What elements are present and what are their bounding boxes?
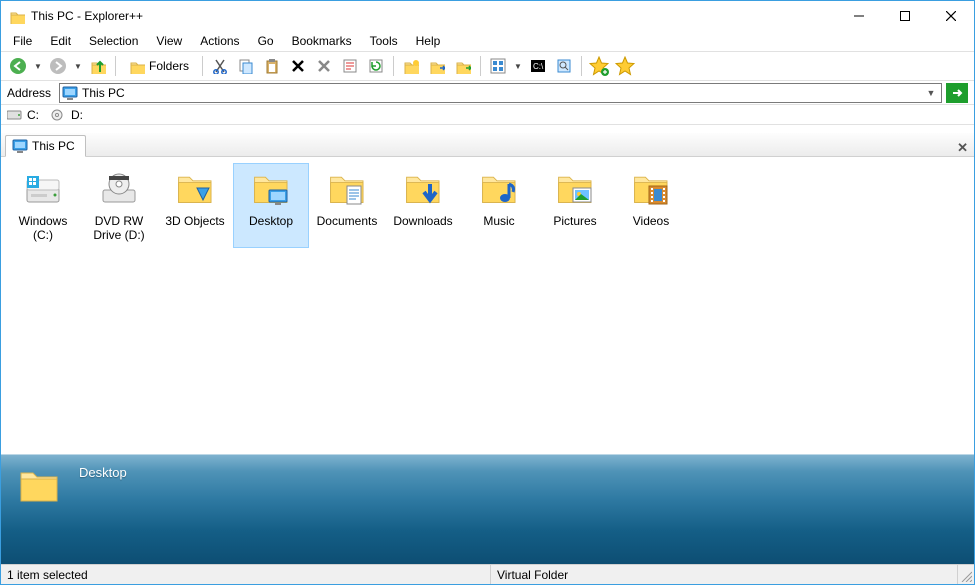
list-item[interactable]: Videos: [613, 163, 689, 248]
toolbar: ▼ ▼ Folders ▼ C:\: [1, 51, 974, 81]
menu-tools[interactable]: Tools: [362, 33, 406, 49]
new-folder-button[interactable]: [400, 55, 422, 77]
go-button[interactable]: [946, 83, 968, 103]
tab-this-pc[interactable]: This PC: [5, 135, 86, 157]
close-button[interactable]: [928, 1, 974, 31]
properties-button[interactable]: [339, 55, 361, 77]
menu-bar: File Edit Selection View Actions Go Book…: [1, 31, 974, 51]
address-label: Address: [7, 86, 55, 100]
delete-button[interactable]: [287, 55, 309, 77]
details-pane: Desktop: [1, 454, 974, 564]
folder-3d-icon: [175, 170, 215, 210]
delete-permanent-button[interactable]: [313, 55, 335, 77]
item-label: Music: [483, 214, 514, 228]
details-icon: [17, 465, 65, 513]
list-item[interactable]: Music: [461, 163, 537, 248]
item-label: Videos: [633, 214, 669, 228]
copy-button[interactable]: [235, 55, 257, 77]
dvd-icon: [99, 170, 139, 210]
up-button[interactable]: [87, 55, 109, 77]
details-name: Desktop: [79, 465, 127, 480]
menu-file[interactable]: File: [5, 33, 40, 49]
svg-text:C:\: C:\: [533, 62, 544, 71]
forward-button[interactable]: [47, 55, 69, 77]
forward-dropdown-icon[interactable]: ▼: [73, 62, 83, 71]
folder-pic-icon: [555, 170, 595, 210]
address-value: This PC: [82, 86, 923, 100]
views-button[interactable]: [487, 55, 509, 77]
drives-bar: C: D:: [1, 105, 974, 125]
status-selection: 1 item selected: [1, 565, 491, 584]
file-list[interactable]: Windows (C:)DVD RW Drive (D:) 3D Objects D…: [1, 157, 974, 454]
list-item[interactable]: Desktop: [233, 163, 309, 248]
list-item[interactable]: 3D Objects: [157, 163, 233, 248]
title-bar: This PC - Explorer++: [1, 1, 974, 31]
app-icon: [9, 8, 25, 24]
item-label: Documents: [317, 214, 378, 228]
add-bookmark-button[interactable]: [588, 55, 610, 77]
folder-desktop-icon: [251, 170, 291, 210]
drive-d-label: D:: [71, 108, 83, 122]
folders-button[interactable]: Folders: [122, 55, 196, 77]
list-item[interactable]: Documents: [309, 163, 385, 248]
drive-d-button[interactable]: D:: [51, 108, 83, 122]
tab-label: This PC: [32, 139, 75, 153]
minimize-button[interactable]: [836, 1, 882, 31]
drive-icon: [23, 170, 63, 210]
drive-c-label: C:: [27, 108, 39, 122]
tab-bar: This PC ✕: [1, 133, 974, 157]
item-label: Downloads: [393, 214, 452, 228]
list-item[interactable]: DVD RW Drive (D:): [81, 163, 157, 248]
item-label: Desktop: [249, 214, 293, 228]
status-type: Virtual Folder: [491, 565, 958, 584]
folder-doc-icon: [327, 170, 367, 210]
refresh-button[interactable]: [365, 55, 387, 77]
search-button[interactable]: [553, 55, 575, 77]
folder-vid-icon: [631, 170, 671, 210]
copy-to-button[interactable]: [426, 55, 448, 77]
address-bar-row: Address This PC ▼: [1, 81, 974, 105]
menu-edit[interactable]: Edit: [42, 33, 79, 49]
paste-button[interactable]: [261, 55, 283, 77]
bookmarks-button[interactable]: [614, 55, 636, 77]
item-label: DVD RW Drive (D:): [84, 214, 154, 243]
move-to-button[interactable]: [452, 55, 474, 77]
menu-bookmarks[interactable]: Bookmarks: [284, 33, 360, 49]
address-combobox[interactable]: This PC ▼: [59, 83, 942, 103]
address-dropdown-icon[interactable]: ▼: [923, 88, 939, 98]
drive-c-button[interactable]: C:: [7, 108, 39, 122]
menu-actions[interactable]: Actions: [192, 33, 247, 49]
this-pc-icon: [62, 85, 78, 101]
item-label: 3D Objects: [165, 214, 224, 228]
back-button[interactable]: [7, 55, 29, 77]
window-title: This PC - Explorer++: [31, 9, 143, 23]
item-label: Pictures: [553, 214, 596, 228]
views-dropdown-icon[interactable]: ▼: [513, 62, 523, 71]
item-label: Windows (C:): [8, 214, 78, 243]
status-bar: 1 item selected Virtual Folder: [1, 564, 974, 584]
tab-close-button[interactable]: ✕: [957, 140, 974, 156]
back-dropdown-icon[interactable]: ▼: [33, 62, 43, 71]
list-item[interactable]: Downloads: [385, 163, 461, 248]
folder-music-icon: [479, 170, 519, 210]
menu-go[interactable]: Go: [250, 33, 282, 49]
list-item[interactable]: Windows (C:): [5, 163, 81, 248]
folders-label: Folders: [149, 59, 189, 73]
menu-selection[interactable]: Selection: [81, 33, 146, 49]
menu-view[interactable]: View: [148, 33, 190, 49]
cut-button[interactable]: [209, 55, 231, 77]
terminal-button[interactable]: C:\: [527, 55, 549, 77]
resize-grip-icon[interactable]: [958, 565, 974, 584]
list-item[interactable]: Pictures: [537, 163, 613, 248]
maximize-button[interactable]: [882, 1, 928, 31]
folder-down-icon: [403, 170, 443, 210]
menu-help[interactable]: Help: [408, 33, 449, 49]
